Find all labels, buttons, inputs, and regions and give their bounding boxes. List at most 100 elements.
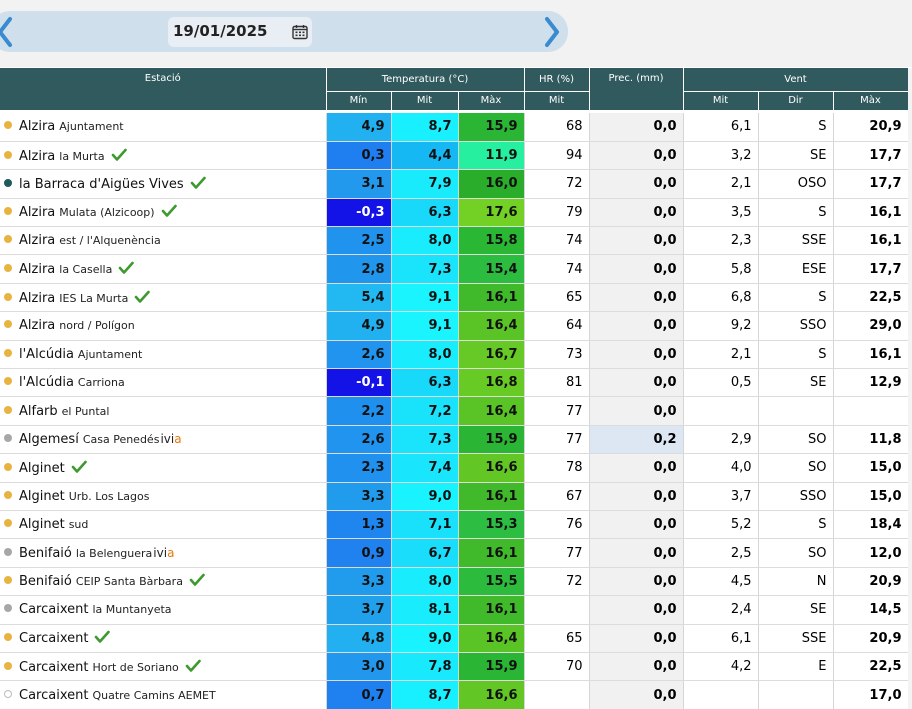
table-row[interactable]: Alginet 2,3 7,4 16,6 78 0,0 4,0 SO 15,0 [0,453,909,483]
next-day-arrow-icon[interactable] [543,15,561,49]
temp-mit-cell: 6,7 [391,538,459,568]
station-town: Alzira [19,205,56,221]
station-cell[interactable]: Alfarb el Puntal [0,396,327,426]
header-precipitation[interactable]: Prec. (mm) [589,68,684,110]
temp-min-cell: 3,3 [326,482,392,511]
temp-max-cell: 16,1 [458,538,525,568]
temp-min-cell: 2,5 [326,226,392,256]
table-row[interactable]: Alzira Mulata (Alzicoop) -0,3 6,3 17,6 79 0,0 3… [0,198,909,228]
station-cell[interactable]: Alginet sud [0,510,327,540]
wind-max-cell: 11,8 [833,425,909,455]
wind-dir-cell: SSO [758,482,834,511]
station-cell[interactable]: l'Alcúdia Ajuntament [0,340,327,370]
table-row[interactable]: l'Alcúdia Ajuntament 2,6 8,0 16,7 73 0,0 2,1 S 16… [0,340,909,370]
table-row[interactable]: Alzira IES La Murta 5,4 9,1 16,1 65 0,0 6,8 S 22,… [0,283,909,313]
humidity-cell [524,680,590,709]
table-row[interactable]: Carcaixent Hort de Soriano 3,0 7,8 15,9 70 0,0… [0,652,909,682]
table-row[interactable]: Carcaixent Quatre Camins AEMET 0,7 8,7 16,6 0… [0,680,909,709]
station-cell[interactable]: Alzira IES La Murta [0,283,327,313]
temp-max-cell: 16,6 [458,453,525,483]
previous-day-arrow-icon[interactable] [0,15,14,49]
station-town: Alzira [19,119,56,135]
wind-dir-cell: SE [758,368,834,398]
wind-dir-cell: SO [758,425,834,455]
temp-mit-cell: 7,9 [391,169,459,199]
station-cell[interactable]: l'Alcúdia Carriona [0,368,327,398]
station-cell[interactable]: Carcaixent Quatre Camins AEMET [0,680,327,709]
temp-min-cell: 4,9 [326,311,392,341]
header-station[interactable]: Estació [0,68,327,110]
temp-mit-cell: 7,2 [391,396,459,426]
station-cell[interactable]: Carcaixent [0,624,327,653]
station-cell[interactable]: Carcaixent la Muntanyeta [0,595,327,625]
station-town: Carcaixent [19,631,89,647]
humidity-cell [524,595,590,625]
header-wind-max[interactable]: Màx [833,90,909,110]
humidity-cell: 81 [524,368,590,398]
table-row[interactable]: Alzira est / l'Alquenència 2,5 8,0 15,8 74 0,0… [0,226,909,256]
station-site: Quatre Camins AEMET [92,688,216,702]
temp-min-cell: 3,7 [326,595,392,625]
precipitation-cell: 0,0 [589,169,684,199]
header-wind-mit[interactable]: Mit [683,90,759,110]
header-wind: Vent [683,68,909,91]
verified-check-icon [119,261,135,274]
station-cell[interactable]: Alginet Urb. Los Lagos [0,482,327,511]
station-town: Carcaixent [19,659,89,675]
table-row[interactable]: Alzira la Casella 2,8 7,3 15,4 74 0,0 5,8 ESE 17,… [0,254,909,284]
table-row[interactable]: Alzira nord / Polígon 4,9 9,1 16,4 64 0,0 9,2 SS… [0,311,909,341]
date-picker[interactable]: 19/01/2025 [168,17,312,47]
station-cell[interactable]: Algemesí Casa Penedésivia [0,425,327,455]
station-cell[interactable]: Alzira nord / Polígon [0,311,327,341]
precipitation-cell: 0,0 [589,283,684,313]
calendar-icon[interactable] [292,24,308,40]
temp-max-cell: 16,1 [458,283,525,313]
table-row[interactable]: l'Alcúdia Carriona -0,1 6,3 16,8 81 0,0 0,5 SE 12… [0,368,909,398]
header-temp-min[interactable]: Mín [326,90,392,110]
station-cell[interactable]: Benifaió la Belengueraivia [0,538,327,568]
station-cell[interactable]: Alzira Ajuntament [0,113,327,142]
wind-max-cell: 18,4 [833,510,909,540]
table-row[interactable]: Benifaió la Belengueraivia 0,9 6,7 16,1 77 0,0… [0,538,909,568]
station-site: sud [68,518,89,532]
station-status-dot-icon [4,633,12,642]
station-cell[interactable]: Alzira Mulata (Alzicoop) [0,198,327,228]
wind-mit-cell [683,680,759,709]
header-temp-mit[interactable]: Mit [391,90,459,110]
station-town: Algemesí [19,431,79,447]
station-cell[interactable]: la Barraca d'Aigües Vives [0,169,327,199]
wind-max-cell: 17,7 [833,141,909,171]
wind-mit-cell: 2,1 [683,340,759,370]
station-cell[interactable]: Alzira la Casella [0,254,327,284]
precipitation-cell: 0,0 [589,652,684,682]
wind-max-cell: 16,1 [833,340,909,370]
top-toolbar: 19/01/2025 [0,0,912,67]
table-row[interactable]: Alzira la Murta 0,3 4,4 11,9 94 0,0 3,2 SE 17,7 [0,141,909,171]
station-cell[interactable]: Carcaixent Hort de Soriano [0,652,327,682]
temp-mit-cell: 7,1 [391,510,459,540]
station-rows: Alzira Ajuntament 4,9 8,7 15,9 68 0,0 6,1 S 20,9 A… [0,113,909,709]
temp-min-cell: 3,3 [326,567,392,597]
header-hr-mit[interactable]: Mit [524,90,590,110]
station-cell[interactable]: Alzira la Murta [0,141,327,171]
station-cell[interactable]: Alginet [0,453,327,483]
verified-check-icon [111,148,127,161]
table-row[interactable]: Alfarb el Puntal 2,2 7,2 16,4 77 0,0 [0,396,909,426]
table-row[interactable]: Alginet sud 1,3 7,1 15,3 76 0,0 5,2 S 18,4 [0,510,909,540]
temp-min-cell: 5,4 [326,283,392,313]
header-temp-max[interactable]: Màx [458,90,525,110]
station-cell[interactable]: Alzira est / l'Alquenència [0,226,327,256]
table-row[interactable]: Carcaixent 4,8 9,0 16,4 65 0,0 6,1 SSE 20,9 [0,624,909,653]
table-row[interactable]: Carcaixent la Muntanyeta 3,7 8,1 16,1 0,0 2,4 S… [0,595,909,625]
table-row[interactable]: la Barraca d'Aigües Vives 3,1 7,9 16,0 72 0,0… [0,169,909,199]
station-cell[interactable]: Benifaió CEIP Santa Bàrbara [0,567,327,597]
temp-mit-cell: 7,3 [391,425,459,455]
temp-max-cell: 16,6 [458,680,525,709]
table-row[interactable]: Alzira Ajuntament 4,9 8,7 15,9 68 0,0 6,1 S 20,9 [0,113,909,142]
table-row[interactable]: Algemesí Casa Penedésivia 2,6 7,3 15,9 77 0,2 2… [0,425,909,455]
table-row[interactable]: Alginet Urb. Los Lagos 3,3 9,0 16,1 67 0,0 3,7 S… [0,482,909,511]
table-row[interactable]: Benifaió CEIP Santa Bàrbara 3,3 8,0 15,5 72 0,… [0,567,909,597]
header-wind-dir[interactable]: Dir [758,90,834,110]
humidity-cell: 72 [524,567,590,597]
humidity-cell: 68 [524,113,590,142]
